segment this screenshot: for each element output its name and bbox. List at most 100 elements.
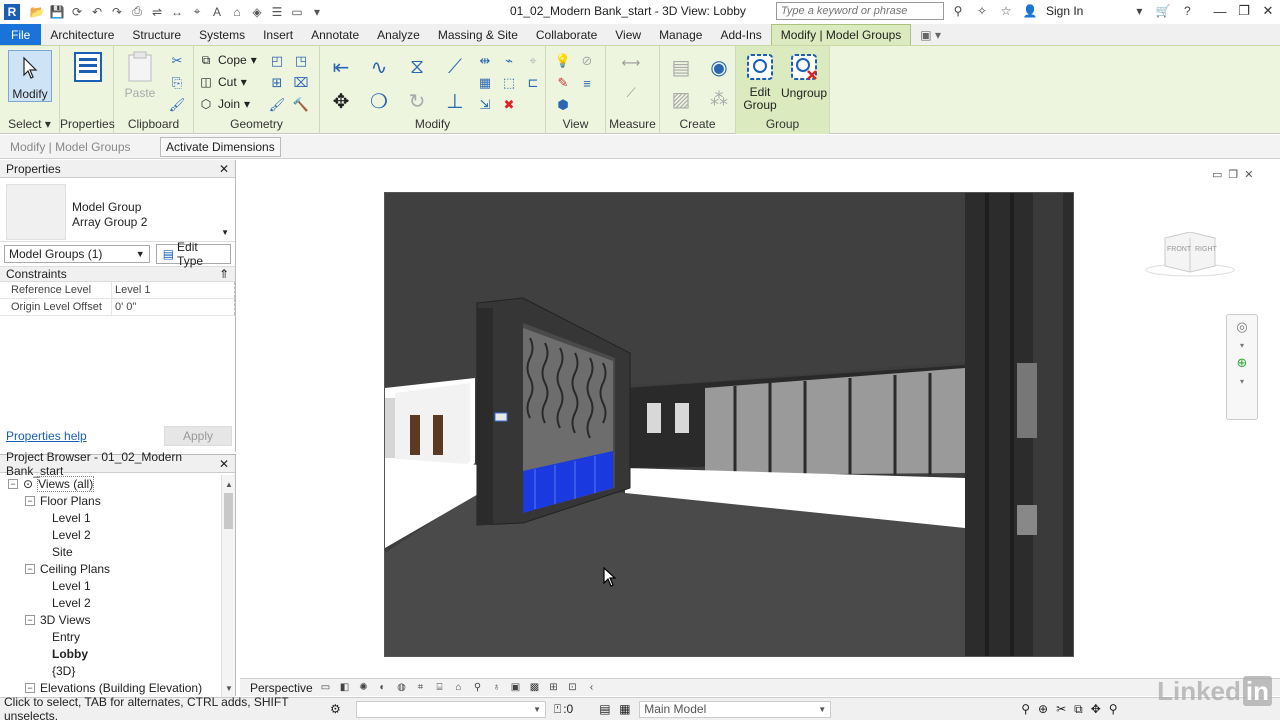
view-bar-scroll-left-icon[interactable]: ‹ (582, 681, 601, 695)
view-minimize-icon[interactable]: ▭ (1212, 168, 1222, 181)
mirror-axis-icon[interactable]: ⧖ (402, 52, 432, 82)
signin-dropdown-icon[interactable]: ▾ (1131, 2, 1147, 20)
pin-disabled-icon[interactable]: ⌖ (524, 52, 542, 70)
redo-icon[interactable]: ↷ (108, 3, 126, 21)
reveal-hidden-icon[interactable]: ♁ (487, 681, 506, 695)
tab-add-ins[interactable]: Add-Ins (711, 24, 770, 45)
param-value[interactable]: Level 1 (112, 282, 235, 298)
tab-architecture[interactable]: Architecture (41, 24, 123, 45)
browser-item[interactable]: − Floor Plans (25, 492, 101, 509)
move-icon[interactable]: ✥ (326, 86, 356, 116)
browser-item[interactable]: Lobby (52, 645, 88, 662)
rendering-icon[interactable]: ◍ (392, 681, 411, 695)
param-value[interactable]: 0' 0" (112, 299, 235, 315)
temp-hide-isolate-icon[interactable]: ⚲ (468, 681, 487, 695)
browser-item[interactable]: Level 2 (52, 526, 91, 543)
print-icon[interactable]: ⎙ (128, 3, 146, 21)
split-face-icon[interactable]: ◳ (292, 52, 310, 70)
create-parts-icon[interactable]: ▨ (666, 86, 696, 112)
view-scrollbar[interactable] (1266, 160, 1280, 678)
select-underlay-icon[interactable]: ⊕ (1038, 702, 1048, 717)
tab-modify-model-groups[interactable]: Modify | Model Groups (770, 24, 912, 45)
analytical-model-icon[interactable]: ⊞ (544, 681, 563, 695)
select-by-face-icon[interactable]: ⧉ (1074, 702, 1083, 717)
select-dropdown[interactable]: Select ▾ (0, 117, 59, 131)
visual-style-icon[interactable]: ◧ (335, 681, 354, 695)
param-row[interactable]: Origin Level Offset 0' 0" (0, 299, 235, 316)
edit-type-button[interactable]: ▤ Edit Type (155, 240, 231, 268)
param-row[interactable]: Reference Level Level 1 (0, 282, 235, 299)
tab-annotate[interactable]: Annotate (302, 24, 368, 45)
instance-selector[interactable]: Model Groups (1) ▼ (4, 245, 150, 263)
show-crop-icon[interactable]: ⌸ (430, 681, 449, 695)
aligned-dimension-icon[interactable]: ⟋ (616, 78, 646, 108)
paste-button[interactable]: Paste (120, 50, 160, 100)
tree-toggle-icon[interactable]: − (25, 614, 35, 625)
type-selector[interactable]: Model Group Array Group 2 ▼ (0, 178, 235, 242)
edit-group-button[interactable]: Edit Group (740, 50, 780, 112)
measure-icon[interactable]: ⇌ (148, 3, 166, 21)
modify-button[interactable]: Modify (8, 50, 52, 102)
temp-hide-icon[interactable]: ⊘ (578, 52, 596, 70)
browser-item[interactable]: −3D Views (25, 611, 90, 628)
crop-view-icon[interactable]: ⌗ (411, 681, 430, 695)
apply-button[interactable]: Apply (164, 426, 232, 446)
browser-item[interactable]: Site (52, 543, 73, 560)
tree-toggle-icon[interactable]: − (25, 495, 35, 506)
drawing-area[interactable]: ▭ ❐ ✕ FRONT RIGHT ◎ ▾ ⊕ ▾ (240, 160, 1280, 678)
switch-windows-icon[interactable]: ▭ (288, 3, 306, 21)
measure-between-icon[interactable]: ⟷ (616, 52, 646, 74)
subscription-icon[interactable]: ✧ (974, 2, 990, 20)
worksharing-icon[interactable]: ▩ (525, 681, 544, 695)
text-icon[interactable]: A (208, 3, 226, 21)
delete-icon[interactable]: ✖ (500, 96, 518, 114)
editable-only-icon[interactable]: ▤ (599, 702, 619, 716)
browser-close-icon[interactable]: ✕ (219, 457, 229, 471)
view-close-icon[interactable]: ✕ (1244, 168, 1253, 181)
demolish-icon[interactable]: ⌧ (292, 74, 310, 92)
hammer-icon[interactable]: 🔨 (292, 96, 310, 114)
browser-item[interactable]: Level 1 (52, 509, 91, 526)
split-icon[interactable]: ⇹ (476, 52, 494, 70)
drag-on-selection-icon[interactable]: ✥ (1091, 702, 1101, 717)
browser-item[interactable]: Level 1 (52, 577, 91, 594)
tab-manage[interactable]: Manage (650, 24, 711, 45)
select-links-icon[interactable]: ⚲ (1021, 702, 1030, 717)
override-graphics-icon[interactable]: ✎ (554, 74, 572, 92)
detail-level-icon[interactable]: ▭ (316, 681, 335, 695)
browser-item[interactable]: − ⊙ Views (all) (8, 475, 95, 492)
tab-file[interactable]: File (0, 24, 42, 45)
linework-icon[interactable]: ≡ (578, 74, 596, 92)
workset-selector[interactable]: ▼ (356, 700, 546, 718)
match-type-icon[interactable]: 🖌 (168, 96, 186, 114)
paint-icon[interactable]: ◰ (268, 52, 286, 70)
view-filter-icon[interactable]: ⬢ (554, 96, 572, 114)
properties-button[interactable] (68, 50, 108, 86)
scale-icon[interactable]: ⬚ (500, 74, 518, 92)
favorites-icon[interactable]: ☆ (998, 2, 1014, 20)
worksets-icon[interactable]: ⚙ (330, 702, 350, 716)
rotate-icon[interactable]: ↻ (402, 86, 432, 116)
type-dropdown-icon[interactable]: ▼ (221, 228, 229, 237)
trim-icon[interactable]: ⊥ (440, 86, 470, 116)
design-option-selector[interactable]: Main Model ▼ (639, 700, 832, 718)
tree-toggle-icon[interactable]: − (8, 478, 18, 489)
create-group-icon[interactable]: ◉ (704, 52, 734, 82)
binoculars-icon[interactable]: ⚲ (950, 2, 966, 20)
browser-item[interactable]: {3D} (52, 662, 75, 679)
unpin-icon[interactable]: ⌁ (500, 52, 518, 70)
filter-icon[interactable]: ⚲ (1109, 702, 1118, 717)
tree-toggle-icon[interactable]: − (25, 682, 35, 693)
help-icon[interactable]: ? (1179, 2, 1195, 20)
browser-item[interactable]: − Elevations (Building Elevation) (25, 679, 202, 695)
sun-path-icon[interactable]: ✺ (354, 681, 373, 695)
app-logo[interactable]: R (4, 3, 20, 20)
copy-icon[interactable]: ⎘ (168, 74, 186, 92)
tab-systems[interactable]: Systems (190, 24, 254, 45)
tree-toggle-icon[interactable]: − (25, 563, 35, 574)
properties-help-link[interactable]: Properties help (6, 429, 87, 443)
create-similar-icon[interactable]: ⁂ (704, 86, 734, 112)
section-icon[interactable]: ◈ (248, 3, 266, 21)
mirror-draw-icon[interactable]: ⟋ (440, 52, 470, 82)
highlight-displacement-icon[interactable]: ⊡ (563, 681, 582, 695)
